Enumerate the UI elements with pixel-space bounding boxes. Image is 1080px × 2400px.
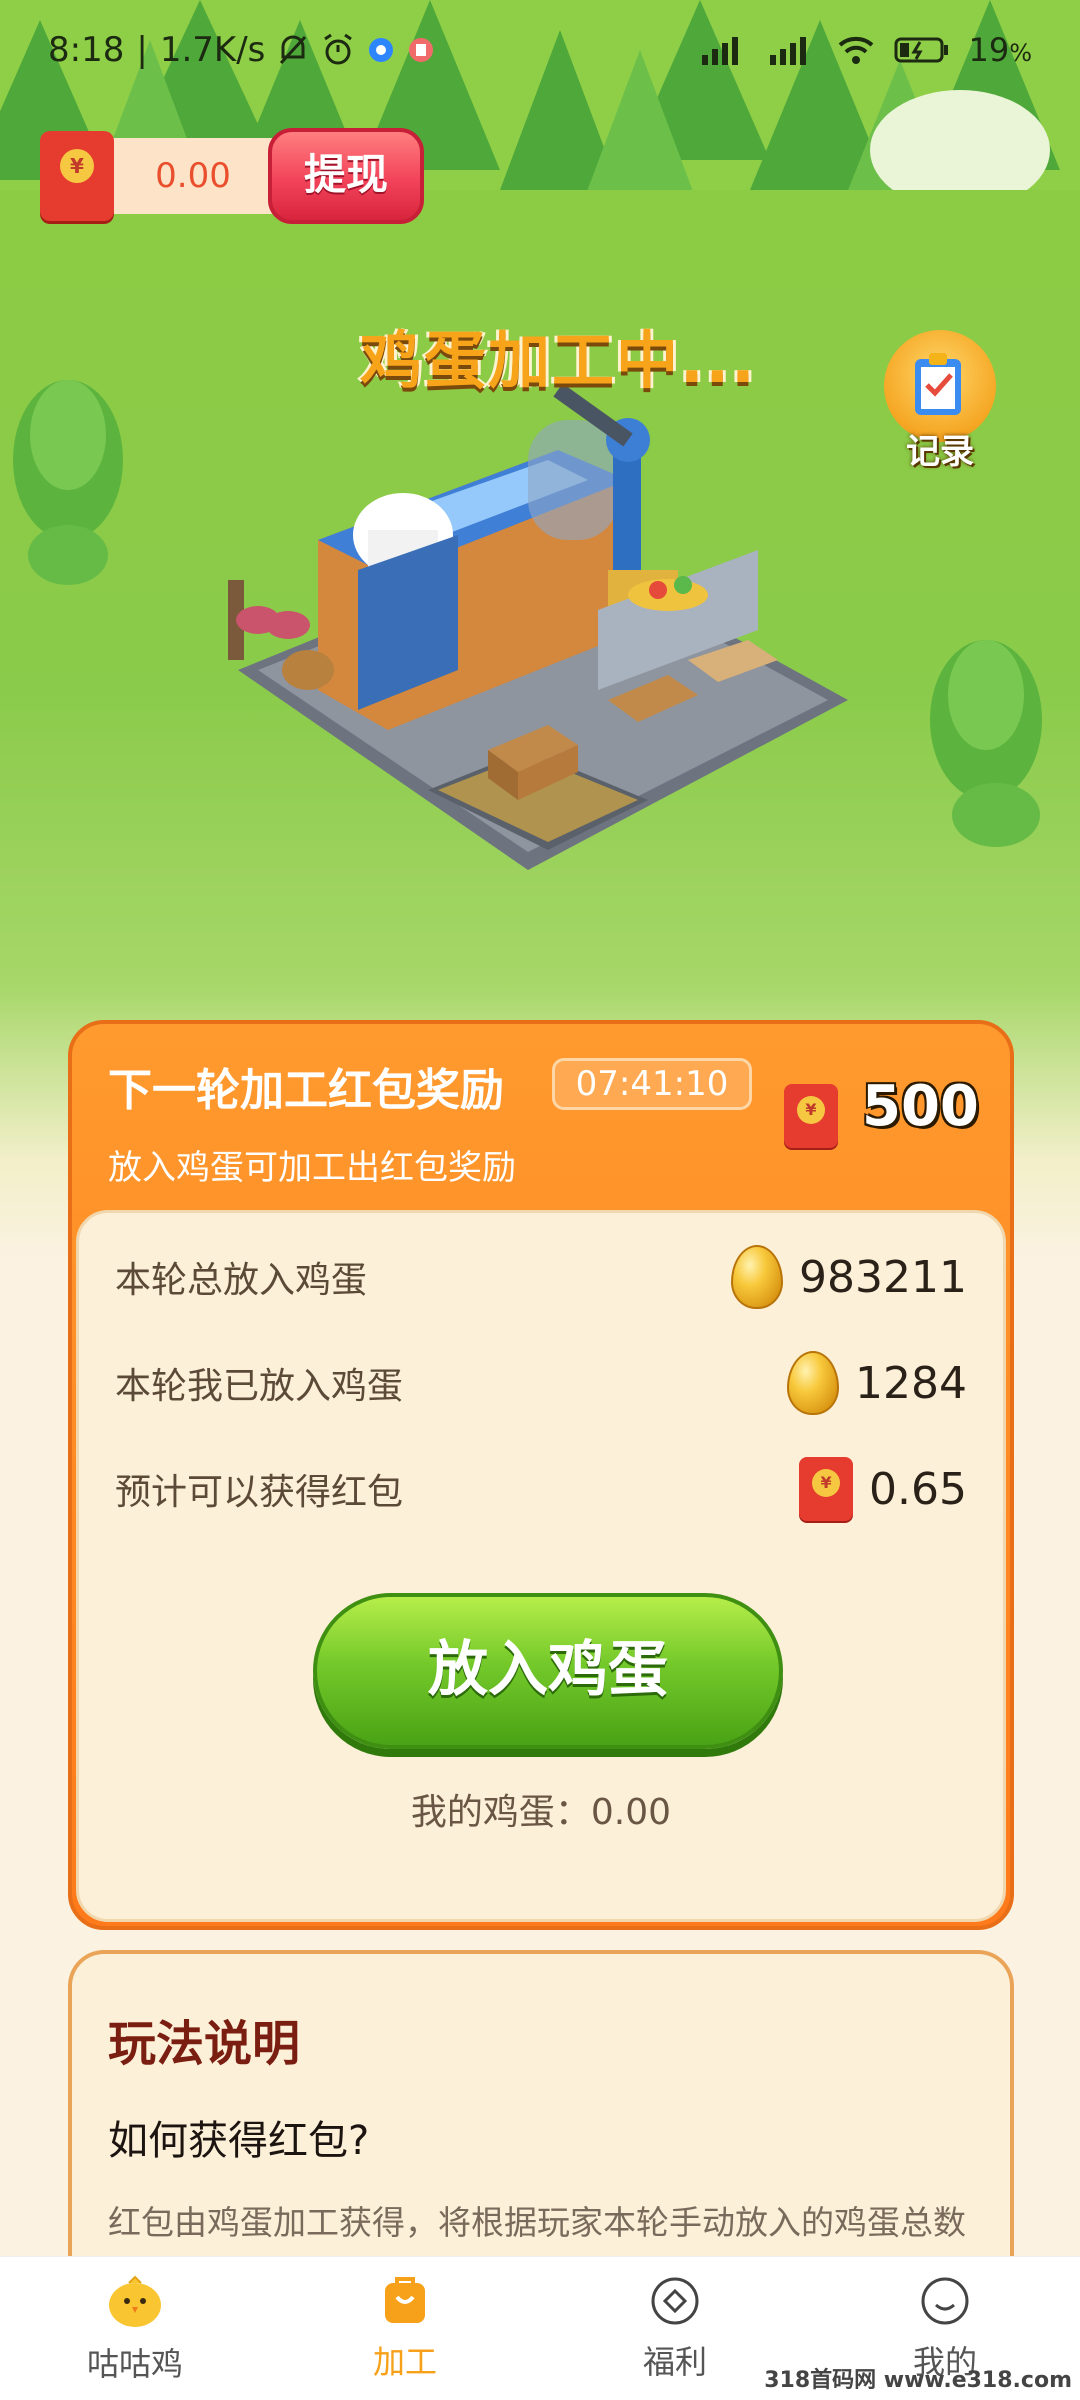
right-tree (930, 640, 1042, 847)
rules-text: 红包由鸡蛋加工获得，将根据玩家本轮手动放入的鸡蛋总数 (108, 2203, 966, 2242)
stat-label: 本轮总放入鸡蛋 (115, 1260, 368, 1301)
round-card-header: 下一轮加工红包奖励 07:41:10 放入鸡蛋可加工出红包奖励 ¥ 500 (72, 1024, 1010, 1210)
reward-amount: 500 (862, 1074, 979, 1139)
round-title: 下一轮加工红包奖励 (108, 1065, 504, 1116)
stat-value: 983211 (799, 1251, 967, 1303)
status-bar: 8:18 | 1.7K/s 19% (0, 0, 1080, 100)
round-subtitle: 放入鸡蛋可加工出红包奖励 (108, 1148, 516, 1188)
status-speed: 1.7K/s (159, 30, 266, 70)
nav-item-gugu-chicken[interactable]: 咕咕鸡 (0, 2257, 270, 2400)
stat-row-expected-reward: 预计可以获得红包 ¥ 0.65 (115, 1449, 967, 1529)
red-envelope-icon: ¥ (784, 1084, 838, 1148)
stat-label: 本轮我已放入鸡蛋 (115, 1366, 404, 1407)
round-card-body: 本轮总放入鸡蛋 983211 本轮我已放入鸡蛋 1284 预计可以获得红包 ¥ … (76, 1210, 1006, 1922)
countdown-timer: 07:41:10 (552, 1058, 752, 1110)
put-egg-button[interactable]: 放入鸡蛋 (313, 1593, 783, 1749)
notification-app-icon (367, 36, 395, 64)
egg-factory-illustration (228, 383, 848, 870)
rules-title: 玩法说明 (108, 2016, 301, 2072)
left-tree (13, 380, 123, 585)
signal-hd-icon (700, 35, 750, 65)
wallet-bar: ¥ 0.00 提现 (40, 128, 424, 224)
round-reward-card: 下一轮加工红包奖励 07:41:10 放入鸡蛋可加工出红包奖励 ¥ 500 本轮… (68, 1020, 1014, 1930)
withdraw-button[interactable]: 提现 (268, 128, 424, 224)
status-time: 8:18 (48, 30, 125, 70)
wallet-balance: 0.00 (108, 138, 278, 214)
stat-label: 预计可以获得红包 (115, 1472, 404, 1513)
watermark-text: 318首码网 www.e318.com (764, 2368, 1072, 2393)
alarm-icon (321, 33, 355, 67)
mute-bell-icon (277, 33, 309, 67)
stat-row-my-eggs: 本轮我已放入鸡蛋 1284 (115, 1343, 967, 1423)
wifi-icon (836, 35, 876, 65)
egg-icon (787, 1351, 840, 1415)
diamond-icon (649, 2275, 701, 2331)
stat-value: 1284 (855, 1357, 967, 1409)
nav-label: 咕咕鸡 (86, 2344, 183, 2383)
nav-label: 加工 (372, 2342, 437, 2381)
record-label: 记录 (906, 432, 974, 472)
stat-row-total-eggs: 本轮总放入鸡蛋 983211 (115, 1237, 967, 1317)
red-envelope-icon: ¥ (40, 131, 114, 221)
processing-title: 鸡蛋加工中... (360, 324, 757, 397)
chick-icon (103, 2273, 167, 2333)
notification-app2-icon (407, 36, 435, 64)
my-eggs-balance: 我的鸡蛋：0.00 (410, 1792, 672, 1833)
nav-item-processing[interactable]: 加工 (270, 2257, 540, 2400)
red-envelope-icon: ¥ (799, 1457, 854, 1521)
battery-level: 19% (968, 31, 1032, 69)
signal-hd2-icon (768, 35, 818, 65)
egg-icon (731, 1245, 784, 1309)
nav-label: 福利 (642, 2342, 707, 2381)
bag-icon (379, 2275, 431, 2331)
battery-icon (894, 35, 950, 65)
record-button[interactable]: 记录 (880, 330, 1000, 473)
rules-card: 玩法说明 如何获得红包? 红包由鸡蛋加工获得，将根据玩家本轮手动放入的鸡蛋总数 (68, 1950, 1014, 2290)
stat-value: 0.65 (869, 1463, 967, 1515)
smile-icon (919, 2275, 971, 2331)
rules-question: 如何获得红包? (108, 2118, 370, 2164)
status-divider: | (136, 30, 148, 70)
